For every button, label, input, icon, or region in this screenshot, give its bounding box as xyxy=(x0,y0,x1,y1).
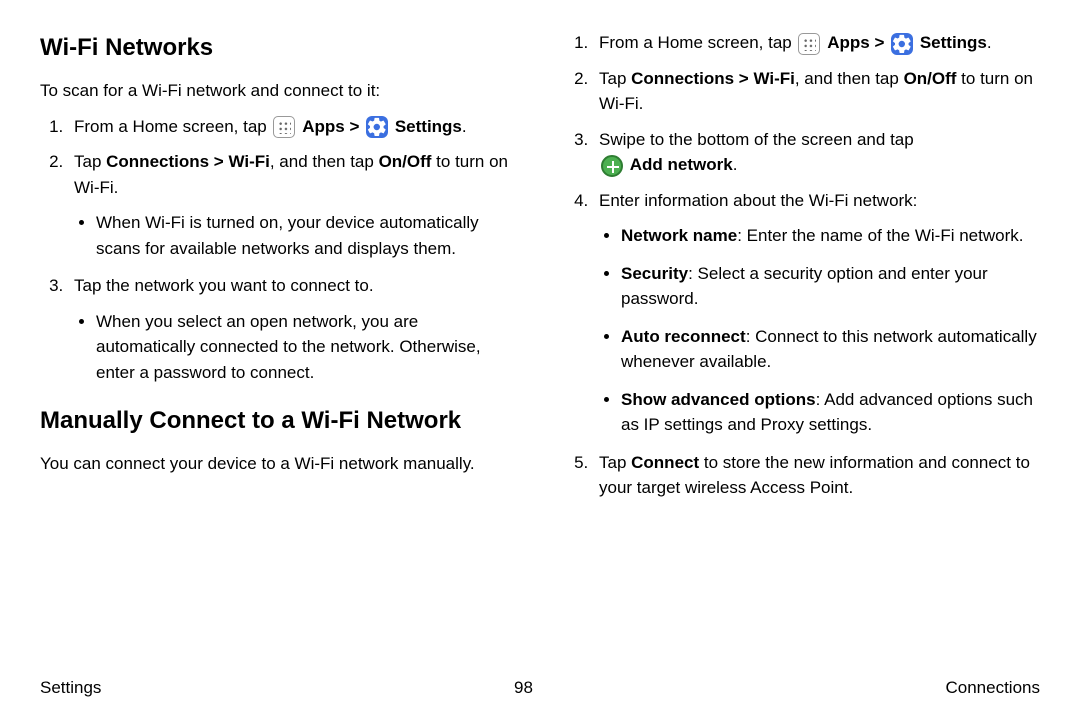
label: Network name xyxy=(621,226,737,245)
text: , and then tap xyxy=(270,152,379,171)
apps-label: Apps xyxy=(302,117,345,136)
text: Tap xyxy=(599,69,631,88)
text: Enter information about the Wi-Fi networ… xyxy=(599,191,917,210)
add-network-label: Add network xyxy=(630,155,733,174)
list-item: Security: Select a security option and e… xyxy=(621,261,1040,312)
manual-steps: From a Home screen, tap Apps > Settings.… xyxy=(565,30,1040,501)
list-item: When you select an open network, you are… xyxy=(96,309,515,386)
scan-steps: From a Home screen, tap Apps > Settings.… xyxy=(40,114,515,386)
text: From a Home screen, tap xyxy=(74,117,271,136)
left-column: Wi-Fi Networks To scan for a Wi-Fi netwo… xyxy=(40,30,515,660)
step-1: From a Home screen, tap Apps > Settings. xyxy=(593,30,1040,56)
step-1: From a Home screen, tap Apps > Settings. xyxy=(68,114,515,140)
step-4: Enter information about the Wi-Fi networ… xyxy=(593,188,1040,438)
text: Tap xyxy=(74,152,106,171)
settings-icon xyxy=(366,116,388,138)
page-content: Wi-Fi Networks To scan for a Wi-Fi netwo… xyxy=(0,0,1080,660)
settings-icon xyxy=(891,33,913,55)
breadcrumb-arrow: > xyxy=(874,33,889,52)
apps-icon xyxy=(798,33,820,55)
text: Tap the network you want to connect to. xyxy=(74,276,374,295)
step-3-sub: When you select an open network, you are… xyxy=(74,309,515,386)
step-2: Tap Connections > Wi-Fi, and then tap On… xyxy=(593,66,1040,117)
text: . xyxy=(733,155,738,174)
right-column: From a Home screen, tap Apps > Settings.… xyxy=(565,30,1040,660)
label: Auto reconnect xyxy=(621,327,746,346)
label: Security xyxy=(621,264,688,283)
add-icon xyxy=(601,155,623,177)
text: Tap xyxy=(599,453,631,472)
text: , and then tap xyxy=(795,69,904,88)
list-item: Auto reconnect: Connect to this network … xyxy=(621,324,1040,375)
footer-left: Settings xyxy=(40,678,101,698)
apps-label: Apps xyxy=(827,33,870,52)
list-item: Network name: Enter the name of the Wi-F… xyxy=(621,223,1040,249)
text: Swipe to the bottom of the screen and ta… xyxy=(599,130,914,149)
settings-label: Settings xyxy=(395,117,462,136)
breadcrumb-arrow: > xyxy=(349,117,364,136)
text: : Enter the name of the Wi-Fi network. xyxy=(737,226,1023,245)
footer-page-number: 98 xyxy=(514,678,533,698)
apps-icon xyxy=(273,116,295,138)
path: Connections > Wi-Fi xyxy=(106,152,270,171)
list-item: When Wi-Fi is turned on, your device aut… xyxy=(96,210,515,261)
step-3: Swipe to the bottom of the screen and ta… xyxy=(593,127,1040,178)
step-4-sub: Network name: Enter the name of the Wi-F… xyxy=(599,223,1040,438)
intro-scan: To scan for a Wi-Fi network and connect … xyxy=(40,78,515,104)
heading-manual-connect: Manually Connect to a Wi-Fi Network xyxy=(40,403,515,439)
footer-right: Connections xyxy=(945,678,1040,698)
text: . xyxy=(987,33,992,52)
intro-manual: You can connect your device to a Wi-Fi n… xyxy=(40,451,515,477)
list-item: Show advanced options: Add advanced opti… xyxy=(621,387,1040,438)
onoff: On/Off xyxy=(904,69,957,88)
step-2: Tap Connections > Wi-Fi, and then tap On… xyxy=(68,149,515,261)
text: . xyxy=(462,117,467,136)
onoff: On/Off xyxy=(379,152,432,171)
text: From a Home screen, tap xyxy=(599,33,796,52)
page-footer: Settings 98 Connections xyxy=(40,678,1040,698)
settings-label: Settings xyxy=(920,33,987,52)
step-2-sub: When Wi-Fi is turned on, your device aut… xyxy=(74,210,515,261)
step-3: Tap the network you want to connect to. … xyxy=(68,273,515,385)
step-5: Tap Connect to store the new information… xyxy=(593,450,1040,501)
connect-label: Connect xyxy=(631,453,699,472)
heading-wifi-networks: Wi-Fi Networks xyxy=(40,30,515,66)
label: Show advanced options xyxy=(621,390,816,409)
path: Connections > Wi-Fi xyxy=(631,69,795,88)
